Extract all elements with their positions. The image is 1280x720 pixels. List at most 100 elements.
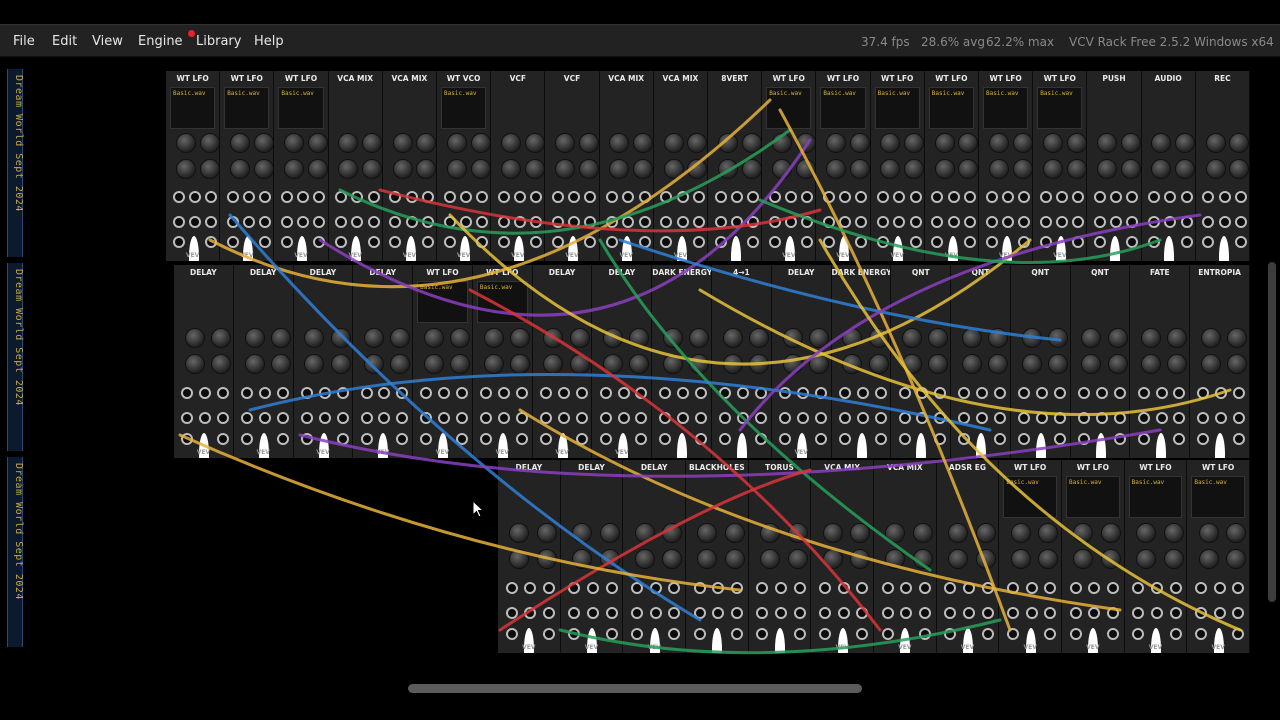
knob[interactable] xyxy=(722,354,743,375)
knob[interactable] xyxy=(1175,133,1195,153)
jack-port[interactable] xyxy=(916,386,929,399)
jack-port[interactable] xyxy=(768,236,781,248)
jack-port[interactable] xyxy=(606,191,619,203)
jack-port[interactable] xyxy=(1148,191,1161,203)
jack-port[interactable] xyxy=(335,236,348,248)
jack-port[interactable] xyxy=(649,607,662,620)
knob[interactable] xyxy=(229,159,250,179)
jack-port[interactable] xyxy=(839,216,852,228)
jack-port[interactable] xyxy=(660,191,673,203)
knob[interactable] xyxy=(609,159,630,179)
jack-port[interactable] xyxy=(524,607,537,620)
jack-port[interactable] xyxy=(1069,607,1082,620)
knob[interactable] xyxy=(717,159,738,179)
jack-port[interactable] xyxy=(919,581,932,594)
knob[interactable] xyxy=(362,159,382,179)
jack-port[interactable] xyxy=(405,216,418,228)
jack-port[interactable] xyxy=(335,191,348,203)
knob[interactable] xyxy=(849,133,870,153)
knob[interactable] xyxy=(822,549,843,570)
jack-port[interactable] xyxy=(931,236,944,248)
jack-port[interactable] xyxy=(755,432,768,445)
knob[interactable] xyxy=(571,522,592,543)
jack-port[interactable] xyxy=(1132,627,1145,640)
jack-port[interactable] xyxy=(421,191,434,203)
jack-port[interactable] xyxy=(242,216,255,228)
jack-port[interactable] xyxy=(1234,191,1247,203)
module-wt-lfo[interactable]: WT LFO Basic.wav VEV xyxy=(413,265,473,458)
jack-port[interactable] xyxy=(1095,412,1108,425)
jack-port[interactable] xyxy=(1126,191,1139,203)
jack-port[interactable] xyxy=(586,581,599,594)
jack-port[interactable] xyxy=(367,236,380,248)
knob[interactable] xyxy=(1167,354,1188,375)
jack-port[interactable] xyxy=(638,236,651,248)
jack-port[interactable] xyxy=(839,191,852,203)
jack-port[interactable] xyxy=(568,627,581,640)
jack-port[interactable] xyxy=(855,216,868,228)
knob[interactable] xyxy=(244,354,265,375)
knob[interactable] xyxy=(569,354,590,375)
jack-port[interactable] xyxy=(1180,236,1193,248)
knob[interactable] xyxy=(253,133,274,153)
jack-port[interactable] xyxy=(838,412,851,425)
jack-port[interactable] xyxy=(513,216,526,228)
jack-port[interactable] xyxy=(539,432,552,445)
jack-port[interactable] xyxy=(1039,216,1052,228)
jack-port[interactable] xyxy=(420,432,433,445)
jack-port[interactable] xyxy=(695,412,708,425)
module-8vert[interactable]: 8VERT xyxy=(708,71,763,261)
jack-port[interactable] xyxy=(360,386,373,399)
jack-port[interactable] xyxy=(396,412,409,425)
knob[interactable] xyxy=(958,133,978,153)
jack-port[interactable] xyxy=(796,412,809,425)
knob[interactable] xyxy=(662,354,683,375)
jack-port[interactable] xyxy=(963,191,976,203)
jack-port[interactable] xyxy=(1137,412,1150,425)
knob[interactable] xyxy=(958,159,978,179)
knob[interactable] xyxy=(571,549,592,570)
jack-port[interactable] xyxy=(677,412,690,425)
jack-port[interactable] xyxy=(217,412,230,425)
module-vca-mix[interactable]: VCA MIX VEV xyxy=(599,71,654,261)
jack-port[interactable] xyxy=(976,432,987,458)
jack-port[interactable] xyxy=(676,216,689,228)
jack-port[interactable] xyxy=(300,412,313,425)
jack-port[interactable] xyxy=(367,191,380,203)
knob[interactable] xyxy=(304,354,325,375)
knob[interactable] xyxy=(885,522,906,543)
jack-port[interactable] xyxy=(1164,191,1177,203)
jack-port[interactable] xyxy=(660,236,673,248)
knob[interactable] xyxy=(392,133,413,153)
jack-port[interactable] xyxy=(497,216,510,228)
knob[interactable] xyxy=(850,522,871,543)
jack-port[interactable] xyxy=(801,191,814,203)
jack-port[interactable] xyxy=(420,386,433,399)
knob[interactable] xyxy=(722,327,743,348)
jack-port[interactable] xyxy=(300,432,313,445)
knob[interactable] xyxy=(500,133,521,153)
knob[interactable] xyxy=(975,549,996,570)
jack-port[interactable] xyxy=(1035,386,1048,399)
jack-port[interactable] xyxy=(188,216,201,228)
jack-port[interactable] xyxy=(747,216,760,228)
jack-port[interactable] xyxy=(1233,386,1246,399)
knob[interactable] xyxy=(1107,327,1128,348)
knob[interactable] xyxy=(633,133,653,153)
jack-port[interactable] xyxy=(617,412,630,425)
jack-port[interactable] xyxy=(909,216,922,228)
jack-port[interactable] xyxy=(1044,581,1057,594)
knob[interactable] xyxy=(842,327,863,348)
menu-help[interactable]: Help xyxy=(254,34,284,49)
knob[interactable] xyxy=(826,133,847,153)
jack-port[interactable] xyxy=(181,432,194,445)
horizontal-scroll-thumb[interactable] xyxy=(408,684,862,693)
knob[interactable] xyxy=(536,522,557,543)
jack-port[interactable] xyxy=(994,432,1007,445)
knob[interactable] xyxy=(842,354,863,375)
jack-port[interactable] xyxy=(1218,216,1231,228)
jack-port[interactable] xyxy=(994,412,1007,425)
module-wt-lfo[interactable]: WT LFO Basic.wav VEV xyxy=(220,71,275,261)
jack-port[interactable] xyxy=(420,412,433,425)
knob[interactable] xyxy=(662,522,683,543)
